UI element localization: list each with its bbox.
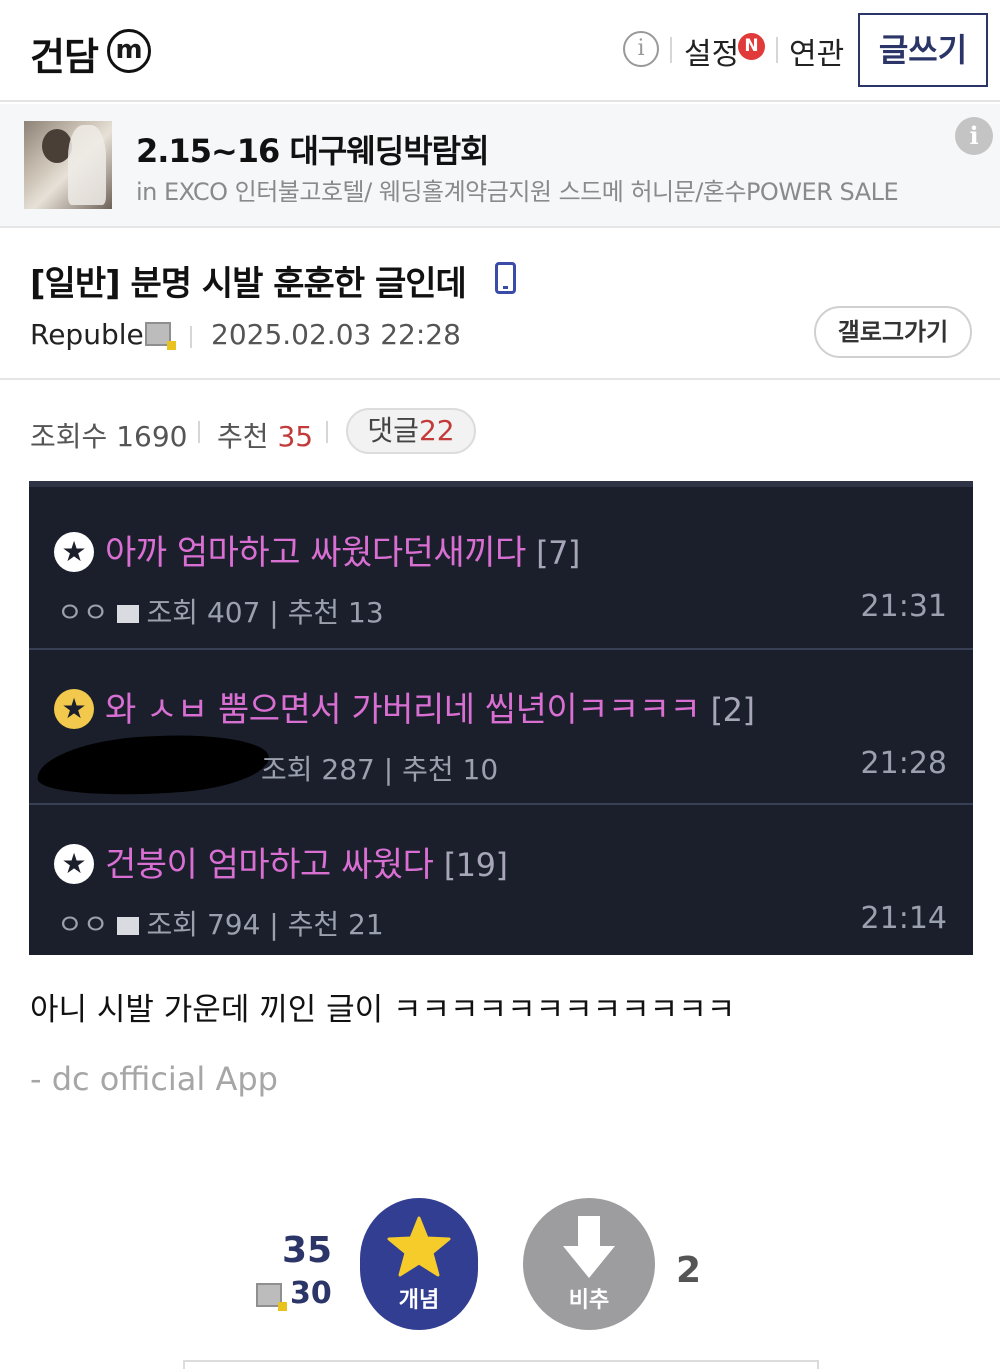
member-icon xyxy=(116,917,139,935)
stat-divider xyxy=(198,421,200,443)
comment-count-value: 22 xyxy=(418,414,455,447)
embedded-item-time: 21:28 xyxy=(860,746,947,781)
comment-count-label: 댓글 xyxy=(367,414,419,447)
info-icon[interactable]: i xyxy=(623,31,659,67)
header-divider xyxy=(776,37,778,63)
upvote-count: 35 xyxy=(282,1230,333,1271)
member-icon xyxy=(256,1283,287,1311)
ad-subtitle[interactable]: in EXCO 인터불고호텔/ 웨딩홀계약금지원 스드메 허니문/혼수POWER… xyxy=(136,172,899,207)
new-badge-icon: N xyxy=(738,33,765,60)
ad-banner[interactable]: 2.15~16 대구웨딩박람회 in EXCO 인터불고호텔/ 웨딩홀계약금지원… xyxy=(0,104,1000,228)
minor-gallery-icon: m xyxy=(107,29,151,73)
meta-divider xyxy=(190,326,192,348)
post-body: 아니 시발 가운데 끼인 글이 ㅋㅋㅋㅋㅋㅋㅋㅋㅋㅋㅋㅋ xyxy=(30,992,736,1028)
comment-box-edge xyxy=(183,1360,819,1369)
embedded-list-item: ★ 와 ㅅㅂ 뿜으면서 가버리네 씹년이ㅋㅋㅋㅋ [2] 조회 287 | 추천… xyxy=(29,648,973,803)
view-count-label: 조회수 xyxy=(30,420,108,453)
comment-count-button[interactable]: 댓글22 xyxy=(346,408,476,454)
downvote-label: 비추 xyxy=(568,1288,610,1313)
ad-info-icon[interactable]: i xyxy=(955,117,993,155)
star-icon: ★ xyxy=(54,689,94,729)
recommend-count-value: 35 xyxy=(277,420,314,453)
write-button[interactable]: 글쓰기 xyxy=(858,13,988,87)
fixed-member-upvote-count: 30 xyxy=(290,1276,332,1311)
downvote-button[interactable]: 비추 xyxy=(523,1198,655,1330)
downvote-count: 2 xyxy=(676,1250,702,1291)
recommend-count-label: 추천 xyxy=(217,420,269,453)
post-author[interactable]: Republe xyxy=(30,318,144,351)
post-title: [일반] 분명 시발 훈훈한 글인데 xyxy=(30,264,467,304)
post-date: 2025.02.03 22:28 xyxy=(211,318,461,351)
header-divider xyxy=(670,37,672,63)
embedded-item-time: 21:31 xyxy=(860,589,947,624)
settings-link[interactable]: 설정 xyxy=(684,29,739,73)
embedded-item-title: 와 ㅅㅂ 뿜으면서 가버리네 씹년이ㅋㅋㅋㅋ [2] xyxy=(105,690,755,730)
embedded-list-item: ★ 아까 엄마하고 싸웠다던새끼다 [7] ㅇㅇ 조회 407 | 추천 13 2… xyxy=(29,493,973,648)
upvote-button[interactable]: 개념 xyxy=(360,1198,478,1330)
down-arrow-icon xyxy=(563,1216,615,1278)
gallog-button[interactable]: 갤로그가기 xyxy=(814,306,972,358)
gallery-title[interactable]: 건담 xyxy=(30,26,99,81)
embedded-item-meta: ㅇㅇ 조회 794 | 추천 21 xyxy=(57,908,384,941)
ad-title[interactable]: 2.15~16 대구웨딩박람회 xyxy=(136,126,490,172)
view-count-value: 1690 xyxy=(116,420,188,453)
header-separator xyxy=(0,378,1000,380)
member-icon xyxy=(145,322,176,350)
recommend-count: 추천 35 xyxy=(217,415,313,455)
phone-icon xyxy=(495,262,516,294)
ad-thumbnail-veil xyxy=(68,125,106,205)
embedded-item-title: 아까 엄마하고 싸웠다던새끼다 [7] xyxy=(105,533,580,573)
star-icon: ★ xyxy=(54,844,94,884)
embedded-item-meta: 조회 287 | 추천 10 xyxy=(261,753,499,786)
star-icon: ★ xyxy=(54,532,94,572)
embedded-item-meta: ㅇㅇ 조회 407 | 추천 13 xyxy=(57,596,384,629)
related-link[interactable]: 연관 xyxy=(789,29,844,73)
embedded-screenshot: ★ 아까 엄마하고 싸웠다던새끼다 [7] ㅇㅇ 조회 407 | 추천 13 2… xyxy=(29,481,973,955)
upvote-label: 개념 xyxy=(398,1288,440,1313)
ad-thumbnail[interactable] xyxy=(24,121,112,209)
top-bar: 건담 m i 설정 N 연관 글쓰기 xyxy=(0,0,1000,102)
view-count: 조회수 1690 xyxy=(30,415,187,455)
member-icon xyxy=(116,605,139,623)
star-icon xyxy=(387,1216,451,1277)
redaction-scribble xyxy=(35,727,271,803)
embedded-item-title: 건붕이 엄마하고 싸웠다 [19] xyxy=(105,845,508,885)
embedded-item-time: 21:14 xyxy=(860,901,947,936)
embedded-list-item: ★ 건붕이 엄마하고 싸웠다 [19] ㅇㅇ 조회 794 | 추천 21 21:… xyxy=(29,803,973,958)
stat-divider xyxy=(326,421,328,443)
app-signature: - dc official App xyxy=(30,1060,278,1098)
